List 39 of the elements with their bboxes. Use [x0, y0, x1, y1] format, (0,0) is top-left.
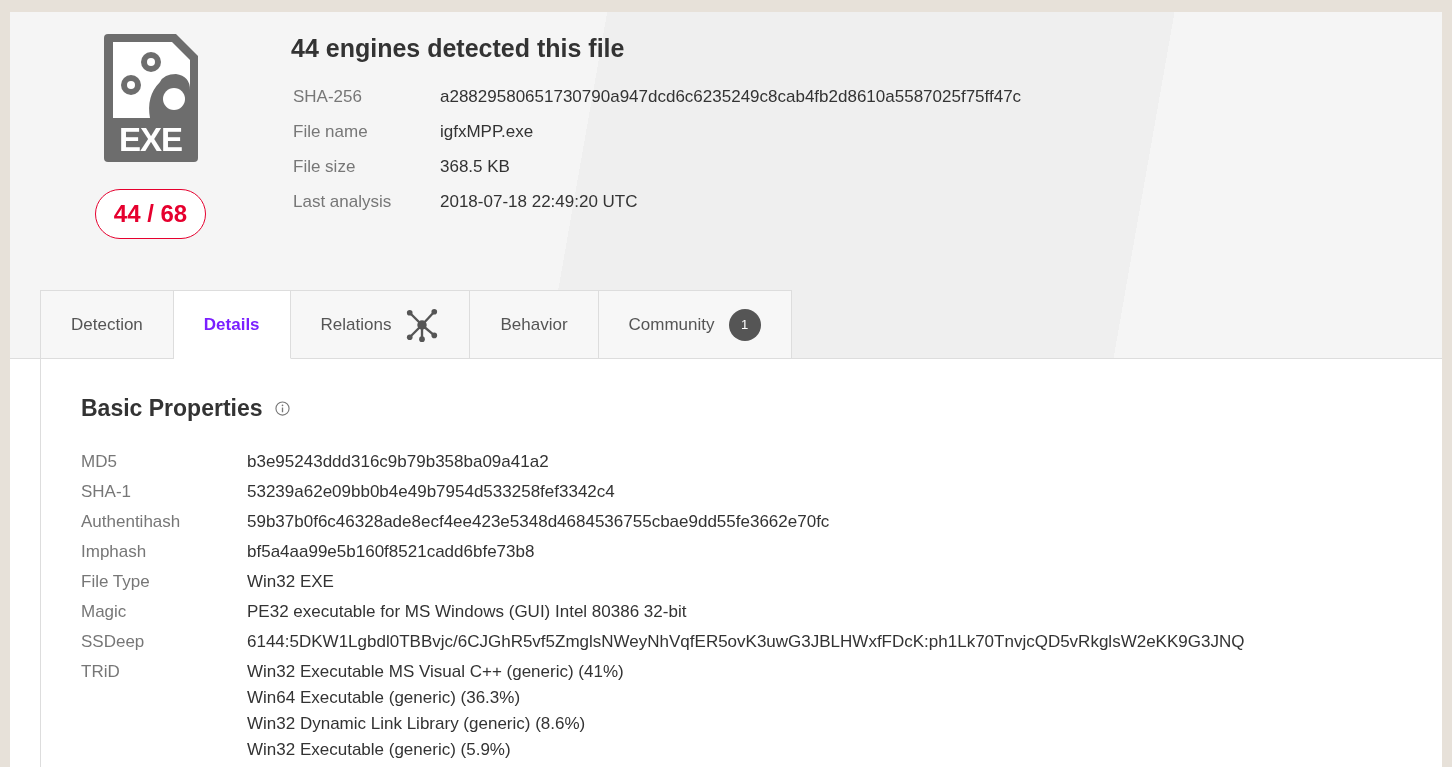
- meta-value: 2018-07-18 22:49:20 UTC: [440, 191, 638, 212]
- tab[interactable]: Details: [173, 290, 291, 359]
- property-label: Imphash: [81, 542, 148, 562]
- property-label: TRiD: [81, 662, 121, 683]
- network-graph-icon: [405, 307, 440, 342]
- section-title: Basic Properties: [81, 395, 263, 422]
- meta-value: 368.5 KB: [440, 156, 510, 177]
- property-value: Win32 EXE: [247, 572, 334, 592]
- exe-file-icon: EXE: [103, 34, 198, 162]
- detection-title: 44 engines detected this file: [291, 34, 626, 63]
- property-label: Magic: [81, 602, 128, 622]
- tab[interactable]: Behavior: [470, 290, 599, 359]
- meta-label: File size: [293, 156, 357, 177]
- property-label: SHA-1: [81, 482, 133, 502]
- property-value: 53239a62e09bb0b4e49b7954d533258fef3342c4: [247, 482, 615, 502]
- property-value: Win32 Executable MS Visual C++ (generic) (41%): [247, 662, 624, 682]
- property-value: Win64 Executable (generic) (36.3%): [247, 688, 522, 708]
- property-label: File Type: [81, 572, 151, 592]
- meta-label: Last analysis: [293, 191, 393, 212]
- property-label: Authentihash: [81, 512, 182, 532]
- property-value: Win32 Dynamic Link Library (generic) (8.6%): [247, 714, 587, 734]
- meta-label: SHA-256: [293, 86, 363, 107]
- property-value: 6144:5DKW1Lgbdl0TBBvjc/6CJGhR5vf5ZmglsNWeyNhVqfER5ovK3uwG3JBLHWxfFDcK:ph1Lk70TnvjcQD5vRkglsW2eKK9G3JNQ: [247, 632, 1245, 652]
- count-badge: 1: [728, 308, 761, 341]
- info-icon: [274, 401, 290, 416]
- tab[interactable]: Detection: [40, 290, 174, 359]
- property-label: MD5: [81, 452, 118, 472]
- property-value: b3e95243ddd316c9b79b358ba09a41a2: [247, 452, 549, 472]
- property-value: bf5a4aa99e5b160f8521cadd6bfe73b8: [247, 542, 535, 562]
- detection-ratio: 44 / 68: [94, 189, 207, 239]
- tab[interactable]: Community 1: [598, 290, 792, 359]
- meta-value: a28829580651730790a947dcd6c6235249c8cab4fb2d8610a5587025f75ff47c: [440, 86, 1022, 107]
- property-value: Win32 Executable (generic) (5.9%): [247, 740, 512, 760]
- property-value: 59b37b0f6c46328ade8ecf4ee423e5348d4684536755cbae9dd55fe3662e70fc: [247, 512, 830, 532]
- tab[interactable]: Relations: [290, 290, 471, 359]
- meta-label: File name: [293, 121, 369, 142]
- meta-value: igfxMPP.exe: [440, 121, 534, 142]
- property-label: SSDeep: [81, 632, 146, 652]
- property-value: PE32 executable for MS Windows (GUI) Intel 80386 32-bit: [247, 602, 687, 622]
